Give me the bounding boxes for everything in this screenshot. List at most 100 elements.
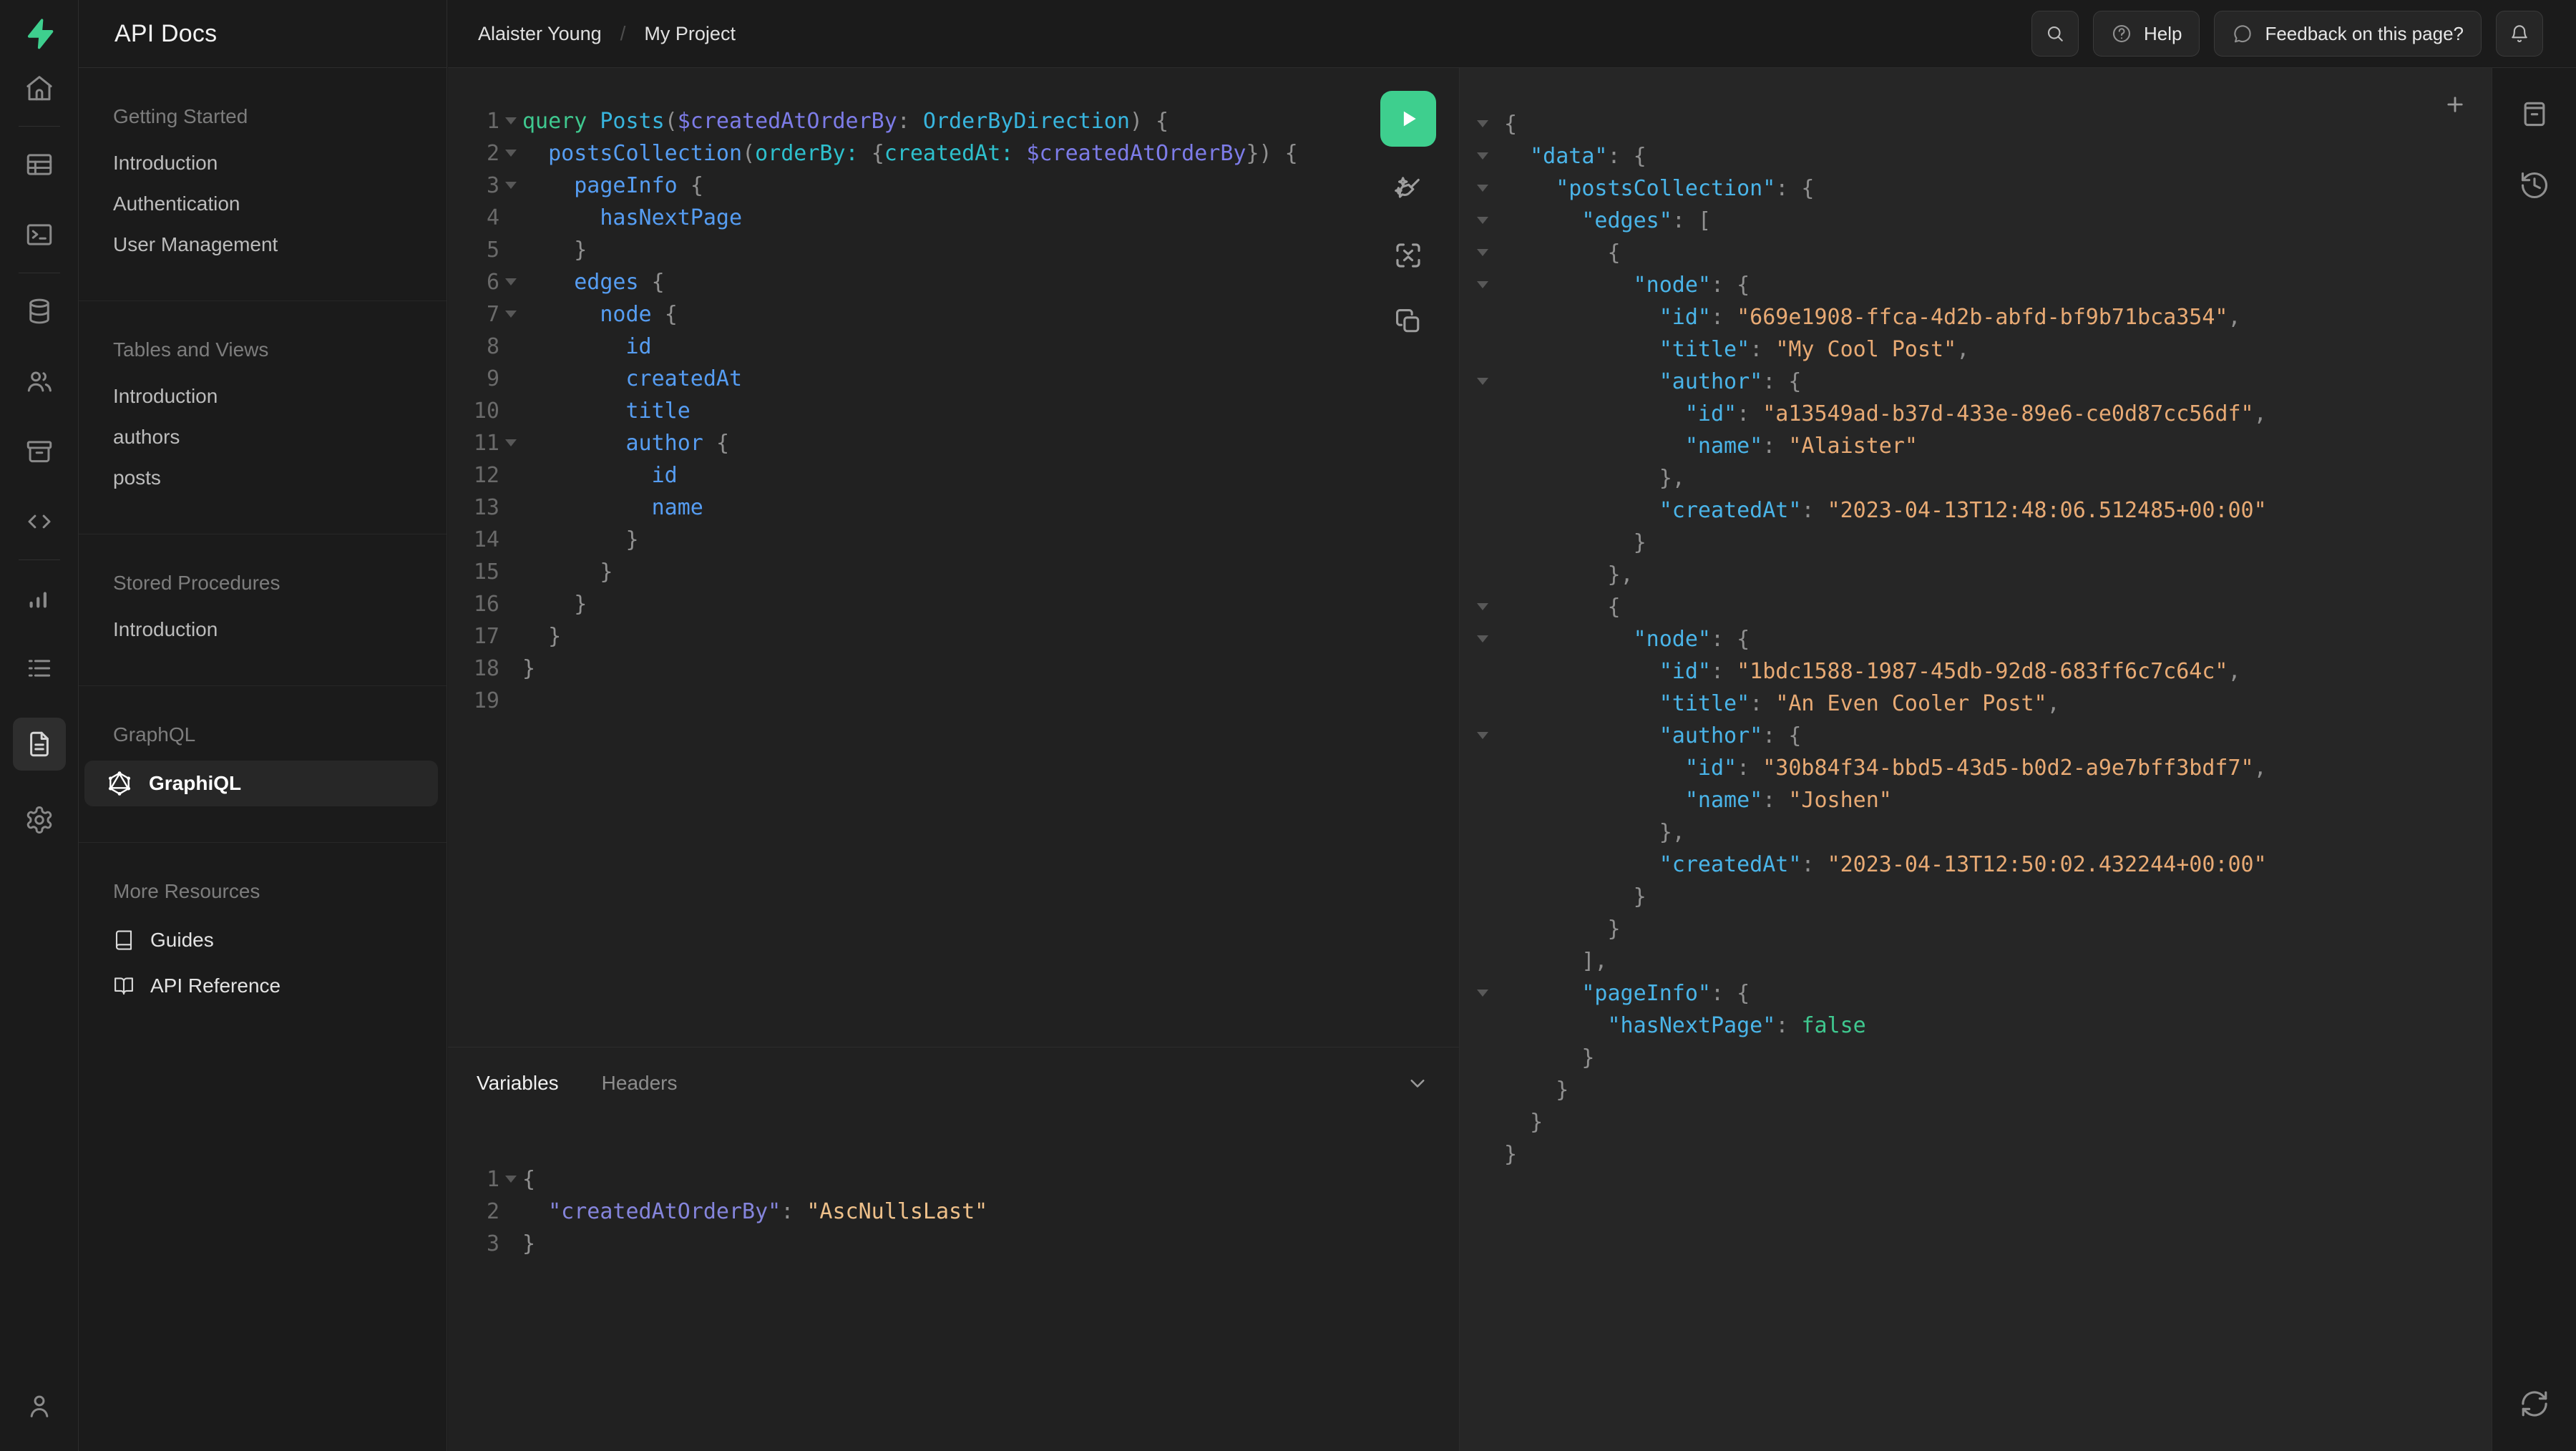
- rail-item-terminal[interactable]: [13, 214, 66, 255]
- docs-explorer-button[interactable]: [2513, 95, 2556, 132]
- rail-item-code[interactable]: [13, 501, 66, 542]
- fold-toggle-icon[interactable]: [499, 266, 522, 298]
- fold-toggle-icon[interactable]: [1460, 269, 1504, 301]
- breadcrumb-project[interactable]: My Project: [644, 23, 736, 45]
- response-code: { "data": { "postsCollection": { "edges"…: [1460, 68, 2492, 1171]
- rail-item-settings[interactable]: [13, 799, 66, 841]
- rail-item-storage[interactable]: [13, 431, 66, 472]
- query-code-line[interactable]: 8 id: [448, 331, 1459, 363]
- chevron-down-icon[interactable]: [1405, 1070, 1430, 1096]
- sidebar-item-authentication[interactable]: Authentication: [113, 183, 429, 224]
- variables-code[interactable]: 1{2 "createdAtOrderBy": "AscNullsLast"3}: [448, 1119, 1459, 1260]
- code-text: "title": "An Even Cooler Post",: [1504, 688, 2060, 720]
- query-code-line[interactable]: 6 edges {: [448, 266, 1459, 298]
- sidebar-item-api-reference[interactable]: API Reference: [113, 963, 429, 1009]
- code-text: {: [522, 1163, 535, 1196]
- query-pane[interactable]: 1query Posts($createdAtOrderBy: OrderByD…: [448, 68, 1459, 1047]
- code-text: hasNextPage: [522, 202, 742, 234]
- rail-item-table[interactable]: [13, 144, 66, 185]
- rail-item-home[interactable]: [13, 67, 66, 109]
- query-code-line[interactable]: 13 name: [448, 492, 1459, 524]
- query-code-line[interactable]: 3 pageInfo {: [448, 170, 1459, 202]
- fold-toggle-icon[interactable]: [499, 137, 522, 170]
- user-icon: [24, 1391, 54, 1421]
- sidebar-item-guides[interactable]: Guides: [113, 917, 429, 963]
- query-code-line[interactable]: 11 author {: [448, 427, 1459, 459]
- history-button[interactable]: [2513, 167, 2556, 204]
- query-code-line[interactable]: 15 }: [448, 556, 1459, 588]
- variables-code-line[interactable]: 3}: [448, 1228, 1459, 1260]
- sidebar-item-graphiql[interactable]: GraphiQL: [84, 761, 438, 806]
- feedback-button[interactable]: Feedback on this page?: [2214, 11, 2482, 57]
- rail-item-user[interactable]: [13, 1385, 66, 1427]
- tab-headers[interactable]: Headers: [602, 1072, 678, 1095]
- fold-toggle-icon[interactable]: [499, 427, 522, 459]
- rail-item-docs[interactable]: [13, 718, 66, 771]
- fold-toggle-icon[interactable]: [1460, 108, 1504, 140]
- fold-toggle-icon[interactable]: [1460, 720, 1504, 752]
- query-code-line[interactable]: 2 postsCollection(orderBy: {createdAt: $…: [448, 137, 1459, 170]
- line-number: 15: [448, 556, 499, 588]
- re-fetch-schema-button[interactable]: [2513, 1385, 2556, 1422]
- breadcrumb-owner[interactable]: Alaister Young: [478, 23, 602, 45]
- tab-variables[interactable]: Variables: [477, 1072, 559, 1095]
- line-number: 3: [448, 170, 499, 202]
- response-code-line: }: [1460, 913, 2492, 945]
- search-button[interactable]: [2031, 11, 2079, 57]
- sidebar-item-introduction[interactable]: Introduction: [113, 376, 429, 416]
- fold-toggle-icon[interactable]: [1460, 172, 1504, 205]
- query-code-line[interactable]: 1query Posts($createdAtOrderBy: OrderByD…: [448, 105, 1459, 137]
- add-tab-icon[interactable]: [2443, 92, 2467, 117]
- code-text: pageInfo {: [522, 170, 703, 202]
- sidebar-item-authors[interactable]: authors: [113, 416, 429, 457]
- fold-toggle-icon[interactable]: [1460, 205, 1504, 237]
- query-code-line[interactable]: 12 id: [448, 459, 1459, 492]
- response-code-line: },: [1460, 559, 2492, 591]
- prettify-query-button[interactable]: [1380, 172, 1436, 207]
- rail-item-users[interactable]: [13, 361, 66, 402]
- sidebar-item-user-management[interactable]: User Management: [113, 224, 429, 265]
- fold-toggle-icon[interactable]: [1460, 623, 1504, 655]
- fold-toggle-icon[interactable]: [1460, 140, 1504, 172]
- storage-icon: [24, 436, 54, 466]
- copy-query-button[interactable]: [1380, 304, 1436, 338]
- query-code-line[interactable]: 10 title: [448, 395, 1459, 427]
- variables-code-line[interactable]: 2 "createdAtOrderBy": "AscNullsLast": [448, 1196, 1459, 1228]
- sidebar-item-posts[interactable]: posts: [113, 457, 429, 498]
- fold-toggle-icon[interactable]: [499, 170, 522, 202]
- fold-gutter: [1460, 655, 1504, 688]
- query-code-line[interactable]: 4 hasNextPage: [448, 202, 1459, 234]
- sidebar-item-introduction[interactable]: Introduction: [113, 609, 429, 650]
- rail-item-logs[interactable]: [13, 648, 66, 689]
- fold-toggle-icon[interactable]: [1460, 977, 1504, 1010]
- sidebar-item-introduction[interactable]: Introduction: [113, 142, 429, 183]
- query-code-line[interactable]: 5 }: [448, 234, 1459, 266]
- fold-toggle-icon[interactable]: [1460, 591, 1504, 623]
- fold-gutter: [1460, 398, 1504, 430]
- query-code-line[interactable]: 16 }: [448, 588, 1459, 620]
- query-code-line[interactable]: 17 }: [448, 620, 1459, 653]
- rail-item-reports[interactable]: [13, 577, 66, 619]
- fold-toggle-icon[interactable]: [499, 105, 522, 137]
- query-code-line[interactable]: 7 node {: [448, 298, 1459, 331]
- query-code-line[interactable]: 19: [448, 685, 1459, 717]
- query-code-line[interactable]: 14 }: [448, 524, 1459, 556]
- fold-toggle-icon[interactable]: [499, 1163, 522, 1196]
- help-button[interactable]: Help: [2093, 11, 2200, 57]
- query-code[interactable]: 1query Posts($createdAtOrderBy: OrderByD…: [448, 68, 1459, 717]
- query-code-line[interactable]: 9 createdAt: [448, 363, 1459, 395]
- rail-item-database[interactable]: [13, 290, 66, 332]
- sidebar-item-label: User Management: [113, 233, 278, 256]
- variables-code-line[interactable]: 1{: [448, 1163, 1459, 1196]
- sidebar-section: Stored ProceduresIntroduction: [79, 534, 447, 686]
- code-text: "edges": [: [1504, 205, 1711, 237]
- query-code-line[interactable]: 18}: [448, 653, 1459, 685]
- fold-toggle-icon[interactable]: [499, 298, 522, 331]
- sidebar-section: Tables and ViewsIntroductionauthorsposts: [79, 301, 447, 534]
- merge-fragments-button[interactable]: [1380, 238, 1436, 273]
- supabase-logo-icon[interactable]: [0, 0, 78, 67]
- fold-toggle-icon[interactable]: [1460, 366, 1504, 398]
- execute-query-button[interactable]: [1380, 91, 1436, 147]
- notifications-button[interactable]: [2496, 11, 2543, 57]
- fold-toggle-icon[interactable]: [1460, 237, 1504, 269]
